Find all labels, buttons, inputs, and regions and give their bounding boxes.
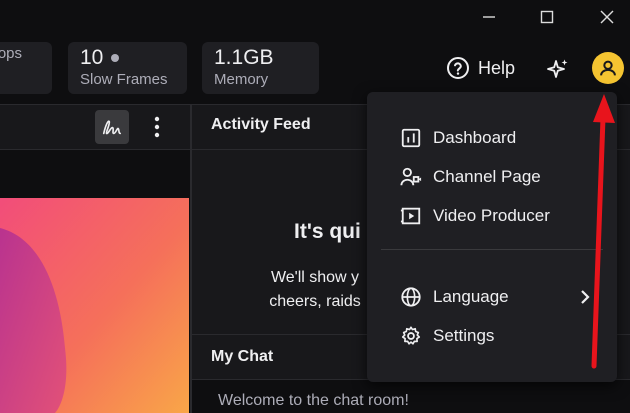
annotation-arrow — [591, 94, 615, 369]
